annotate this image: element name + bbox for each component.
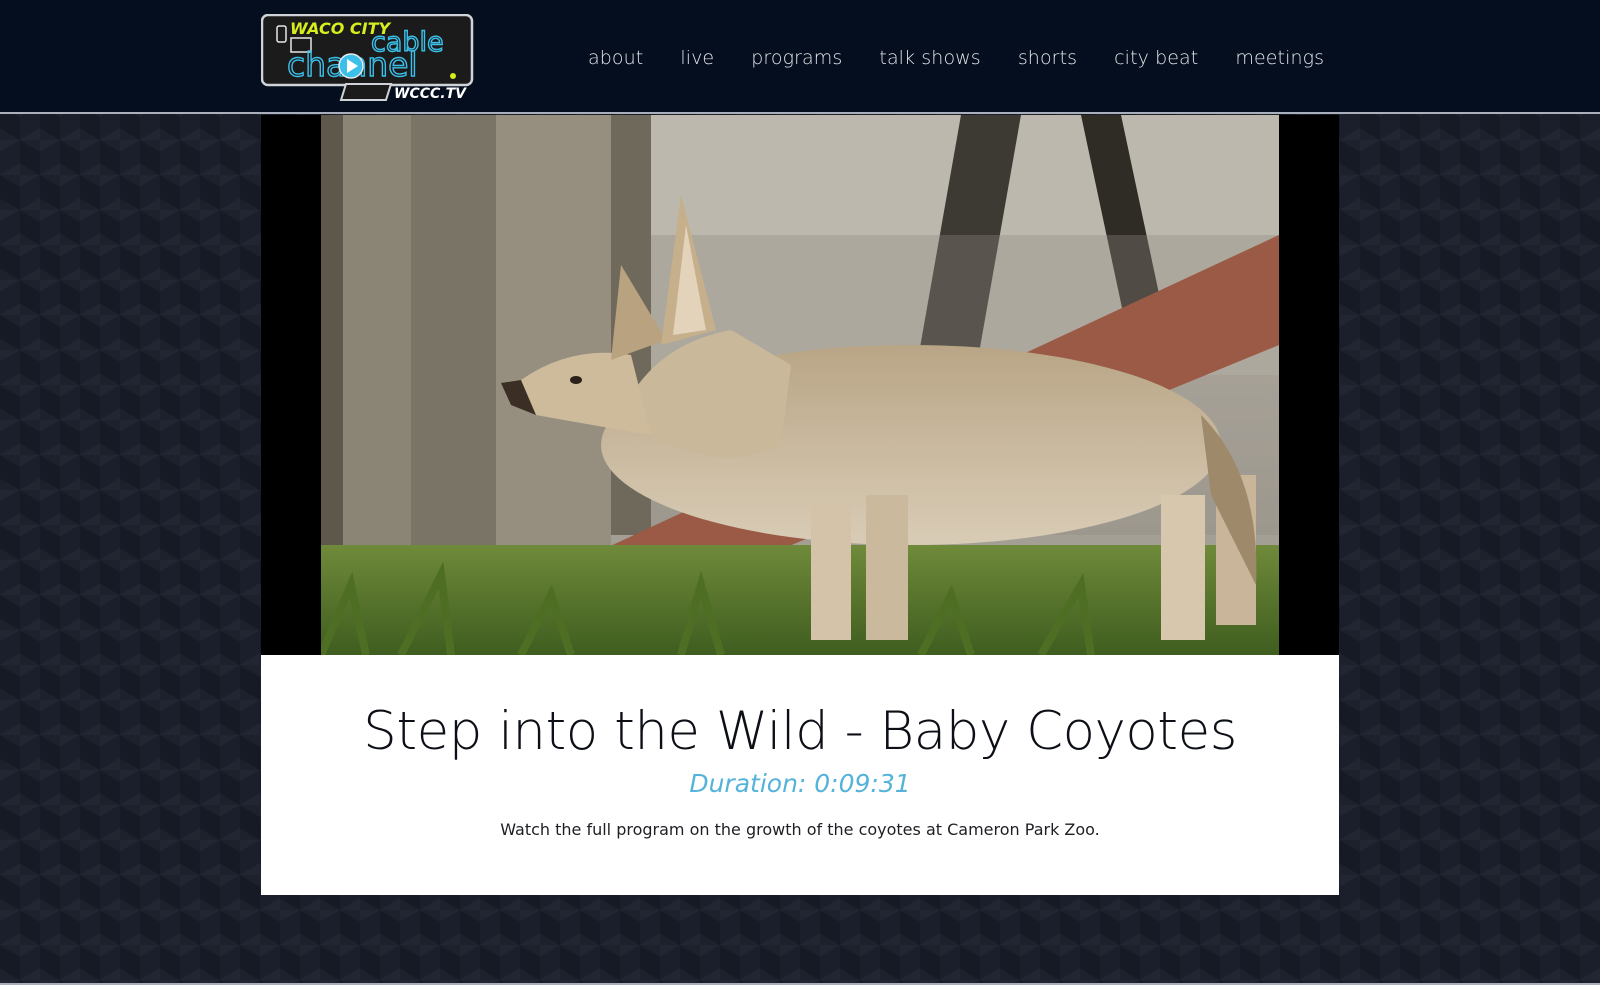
nav-talk-shows[interactable]: talk shows bbox=[879, 40, 980, 76]
nav-meetings[interactable]: meetings bbox=[1235, 40, 1324, 76]
nav-live[interactable]: live bbox=[680, 40, 714, 76]
video-info-panel: Step into the Wild - Baby Coyotes Durati… bbox=[261, 655, 1339, 895]
video-duration: Duration: 0:09:31 bbox=[689, 769, 911, 798]
video-player[interactable] bbox=[261, 115, 1339, 655]
video-title: Step into the Wild - Baby Coyotes bbox=[363, 701, 1237, 762]
logo-line4: WCCC.TV bbox=[394, 86, 467, 102]
video-description: Watch the full program on the growth of … bbox=[500, 820, 1100, 839]
wccc-logo-graphic: WACO CITY cable channel WCCC.TV bbox=[260, 13, 474, 102]
nav-about[interactable]: about bbox=[588, 40, 643, 76]
footer-band bbox=[0, 985, 1600, 1000]
nav-programs[interactable]: programs bbox=[751, 40, 842, 76]
site-header: WACO CITY cable channel WCCC.TV about li… bbox=[0, 0, 1600, 114]
nav-city-beat[interactable]: city beat bbox=[1114, 40, 1198, 76]
nav-shorts[interactable]: shorts bbox=[1018, 40, 1077, 76]
main-nav: about live programs talk shows shorts ci… bbox=[588, 40, 1324, 76]
site-logo[interactable]: WACO CITY cable channel WCCC.TV bbox=[260, 13, 474, 102]
video-frame-coyote bbox=[321, 115, 1279, 655]
video-feature: Step into the Wild - Baby Coyotes Durati… bbox=[261, 115, 1339, 895]
